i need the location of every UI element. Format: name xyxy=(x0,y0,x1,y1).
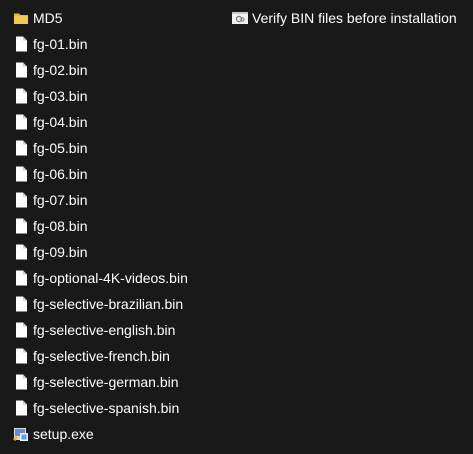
file-icon xyxy=(12,269,30,287)
file-icon xyxy=(12,295,30,313)
file-item-fg-selective-german[interactable]: fg-selective-german.bin xyxy=(0,369,240,395)
file-name: fg-06.bin xyxy=(33,166,88,182)
file-name: fg-02.bin xyxy=(33,62,88,78)
script-item-verify-bin[interactable]: Verify BIN files before installation xyxy=(231,5,473,31)
file-item-fg-05[interactable]: fg-05.bin xyxy=(0,135,240,161)
installer-icon xyxy=(12,425,30,443)
folder-item-md5[interactable]: MD5 xyxy=(0,5,240,31)
file-item-fg-03[interactable]: fg-03.bin xyxy=(0,83,240,109)
script-icon xyxy=(231,9,249,27)
file-icon xyxy=(12,217,30,235)
file-name: fg-09.bin xyxy=(33,244,88,260)
file-item-fg-04[interactable]: fg-04.bin xyxy=(0,109,240,135)
file-icon xyxy=(12,399,30,417)
file-name: fg-selective-spanish.bin xyxy=(33,400,180,416)
file-item-fg-06[interactable]: fg-06.bin xyxy=(0,161,240,187)
file-name: fg-optional-4K-videos.bin xyxy=(33,270,188,286)
file-icon xyxy=(12,373,30,391)
file-item-fg-02[interactable]: fg-02.bin xyxy=(0,57,240,83)
file-item-fg-08[interactable]: fg-08.bin xyxy=(0,213,240,239)
folder-icon xyxy=(12,9,30,27)
file-icon xyxy=(12,191,30,209)
file-icon xyxy=(12,61,30,79)
file-list: MD5 fg-01.bin fg-02.bin fg-03.bin fg-04.… xyxy=(0,5,240,447)
file-name: fg-03.bin xyxy=(33,88,88,104)
file-name: MD5 xyxy=(33,10,63,26)
file-name: fg-selective-french.bin xyxy=(33,348,170,364)
file-name: fg-selective-brazilian.bin xyxy=(33,296,184,312)
file-name: setup.exe xyxy=(33,426,94,442)
file-item-fg-selective-spanish[interactable]: fg-selective-spanish.bin xyxy=(0,395,240,421)
file-name: fg-selective-german.bin xyxy=(33,374,179,390)
file-icon xyxy=(12,113,30,131)
file-item-fg-selective-french[interactable]: fg-selective-french.bin xyxy=(0,343,240,369)
file-name: fg-07.bin xyxy=(33,192,88,208)
file-item-fg-09[interactable]: fg-09.bin xyxy=(0,239,240,265)
file-item-fg-01[interactable]: fg-01.bin xyxy=(0,31,240,57)
file-icon xyxy=(12,35,30,53)
file-item-fg-selective-english[interactable]: fg-selective-english.bin xyxy=(0,317,240,343)
file-icon xyxy=(12,347,30,365)
file-item-fg-selective-brazilian[interactable]: fg-selective-brazilian.bin xyxy=(0,291,240,317)
file-icon xyxy=(12,139,30,157)
file-name: fg-01.bin xyxy=(33,36,88,52)
file-name: fg-04.bin xyxy=(33,114,88,130)
file-name: Verify BIN files before installation xyxy=(252,10,457,26)
file-icon xyxy=(12,87,30,105)
file-name: fg-08.bin xyxy=(33,218,88,234)
file-icon xyxy=(12,165,30,183)
file-icon xyxy=(12,321,30,339)
file-item-fg-optional-4k-videos[interactable]: fg-optional-4K-videos.bin xyxy=(0,265,240,291)
file-item-setup-exe[interactable]: setup.exe xyxy=(0,421,240,447)
file-name: fg-05.bin xyxy=(33,140,88,156)
file-icon xyxy=(12,243,30,261)
file-item-fg-07[interactable]: fg-07.bin xyxy=(0,187,240,213)
file-name: fg-selective-english.bin xyxy=(33,322,176,338)
